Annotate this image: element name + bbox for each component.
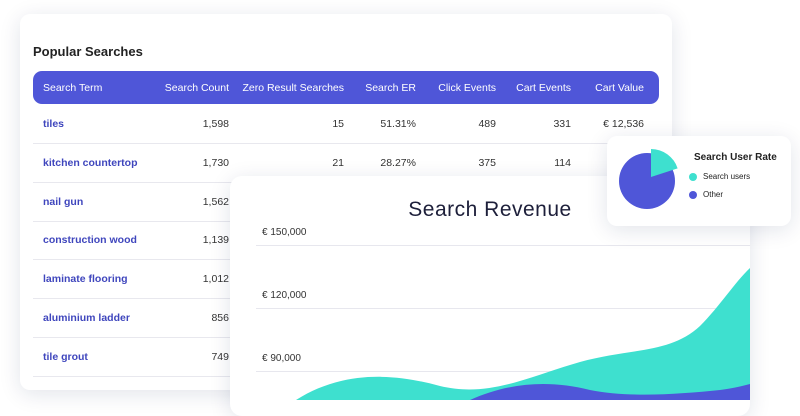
table-title: Popular Searches bbox=[33, 44, 143, 59]
search-user-rate-card: Search User Rate Search users Other bbox=[607, 136, 791, 226]
cell-search-term[interactable]: laminate flooring bbox=[43, 260, 128, 298]
cell-search-count: 749 bbox=[211, 350, 229, 363]
column-header-zero-result[interactable]: Zero Result Searches bbox=[242, 71, 344, 104]
legend-dot-icon bbox=[689, 190, 697, 199]
legend-item-search-users: Search users bbox=[689, 172, 750, 181]
cell-search-term[interactable]: kitchen countertop bbox=[43, 144, 138, 182]
table-row[interactable]: tiles 1,598 15 51.31% 489 331 € 12,536 bbox=[33, 105, 659, 144]
column-header-search-er[interactable]: Search ER bbox=[365, 71, 416, 104]
cell-search-count: 1,139 bbox=[202, 234, 229, 247]
cell-search-count: 1,012 bbox=[202, 273, 229, 286]
cell-search-term[interactable]: aluminium ladder bbox=[43, 299, 130, 337]
cell-search-term[interactable]: nail gun bbox=[43, 183, 83, 221]
legend-dot-icon bbox=[689, 172, 697, 181]
cell-search-term[interactable]: tiles bbox=[43, 105, 64, 143]
legend-label: Search users bbox=[703, 172, 751, 181]
pie-title: Search User Rate bbox=[694, 152, 777, 163]
cell-search-count: 1,562 bbox=[202, 195, 229, 208]
revenue-area-teal bbox=[296, 268, 750, 400]
column-header-search-term[interactable]: Search Term bbox=[43, 71, 102, 104]
cell-search-term[interactable]: tile grout bbox=[43, 338, 88, 376]
cell-zero-result: 15 bbox=[332, 118, 344, 130]
legend-item-other: Other bbox=[689, 190, 723, 199]
cell-search-count: 1,598 bbox=[202, 118, 229, 130]
legend-label: Other bbox=[703, 190, 724, 199]
cell-search-er: 51.31% bbox=[380, 118, 416, 130]
cell-search-count: 1,730 bbox=[202, 156, 229, 169]
column-header-cart-value[interactable]: Cart Value bbox=[595, 71, 644, 104]
column-header-search-count[interactable]: Search Count bbox=[165, 71, 229, 104]
column-header-cart-events[interactable]: Cart Events bbox=[516, 71, 571, 104]
cell-click-events: 489 bbox=[478, 118, 496, 130]
column-header-click-events[interactable]: Click Events bbox=[438, 71, 496, 104]
cell-cart-events: 331 bbox=[553, 118, 571, 130]
cell-search-term[interactable]: construction wood bbox=[43, 221, 137, 259]
cell-search-count: 856 bbox=[211, 312, 229, 324]
table-header: Search Term Search Count Zero Result Sea… bbox=[33, 71, 659, 104]
pie-chart bbox=[619, 149, 678, 209]
